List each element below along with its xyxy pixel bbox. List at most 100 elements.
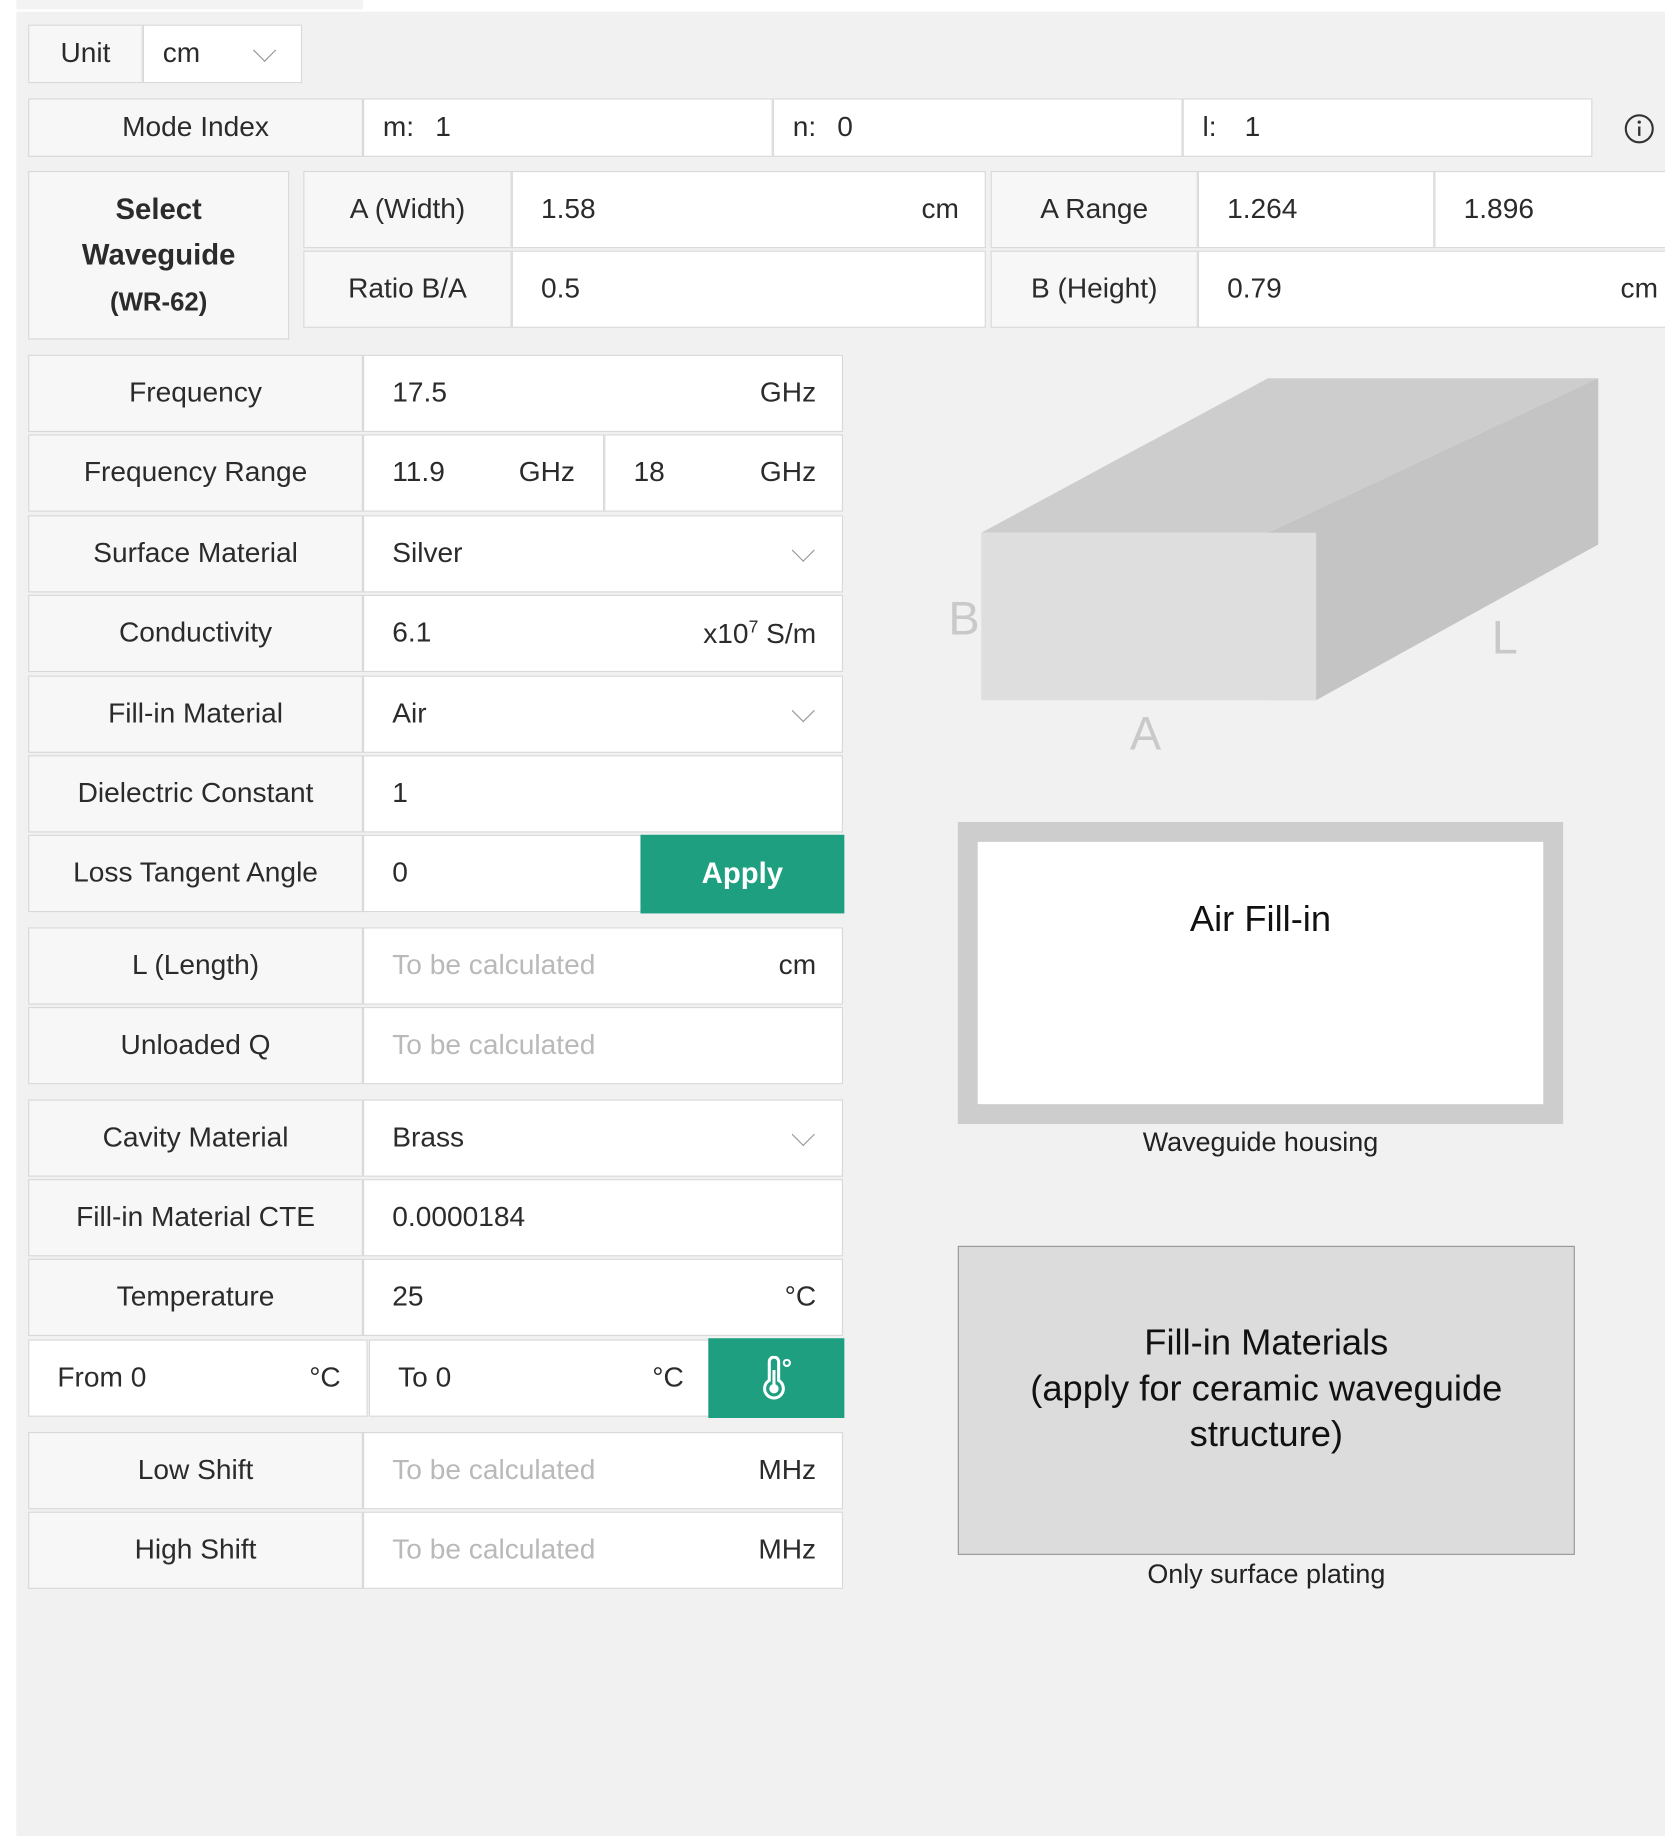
temp-to-unit: °C [652, 1361, 684, 1394]
fillin-material-label-text: Fill-in Material [108, 697, 283, 730]
length-label-text: L (Length) [132, 949, 260, 982]
temp-to-input[interactable]: To 0 °C [368, 1339, 711, 1417]
box-front-face [981, 532, 1317, 701]
mode-n-label: n: [792, 111, 817, 143]
fillin-material-label: Fill-in Material [28, 675, 363, 753]
cte-label: Fill-in Material CTE [28, 1179, 363, 1257]
fillin-material-value: Air [392, 697, 427, 730]
conductivity-unit: x107 S/m [703, 616, 816, 650]
mode-m-field[interactable]: m: 1 [362, 98, 773, 157]
frequency-label: Frequency [28, 354, 363, 433]
length-label: L (Length) [28, 927, 363, 1005]
unloaded-q-label-text: Unloaded Q [120, 1029, 271, 1061]
surface-material-select[interactable]: Silver [362, 515, 844, 593]
temperature-calc-button[interactable] [708, 1338, 845, 1418]
frequency-input[interactable]: 17.5 GHz [362, 354, 844, 433]
a-width-unit: cm [921, 193, 959, 225]
surface-material-label: Surface Material [28, 515, 363, 593]
dielectric-label: Dielectric Constant [28, 755, 363, 833]
mode-l-field[interactable]: l: 1 [1182, 98, 1593, 157]
frequency-unit: GHz [759, 377, 817, 409]
chevron-down-icon [791, 538, 815, 562]
select-waveguide-button[interactable]: Select Waveguide (WR-62) [28, 170, 290, 340]
ratio-label: Ratio B/A [303, 250, 512, 328]
loss-tangent-input[interactable]: 0 [362, 834, 642, 913]
surface-material-label-text: Surface Material [93, 537, 298, 570]
unit-label: Unit [28, 24, 143, 84]
unit-select[interactable]: cm [142, 24, 303, 84]
cte-value: 0.0000184 [392, 1201, 526, 1233]
conductivity-unit-suffix: S/m [758, 617, 817, 650]
conductivity-value: 6.1 [392, 617, 432, 649]
low-shift-label: Low Shift [28, 1432, 363, 1510]
frequency-range-label-text: Frequency Range [83, 456, 308, 489]
cavity-material-select[interactable]: Brass [362, 1099, 844, 1177]
chevron-down-icon [253, 38, 277, 62]
thermometer-icon [763, 1355, 791, 1400]
temp-from-input[interactable]: From 0 °C [28, 1339, 368, 1417]
chevron-down-icon [791, 699, 815, 723]
a-width-input[interactable]: 1.58 cm [511, 170, 986, 249]
apply-button-label: Apply [701, 857, 784, 890]
a-range-label-text: A Range [1040, 193, 1149, 225]
cavity-material-label-text: Cavity Material [102, 1121, 289, 1154]
cavity-material-value: Brass [392, 1121, 465, 1154]
apply-button[interactable]: Apply [640, 834, 845, 914]
conductivity-unit-exp: 7 [748, 616, 759, 637]
a-range-label: A Range [990, 170, 1198, 249]
frequency-range-label: Frequency Range [28, 434, 363, 512]
temp-from-value: From 0 [57, 1361, 147, 1394]
unloaded-q-label: Unloaded Q [28, 1006, 363, 1085]
a-width-value: 1.58 [540, 193, 596, 225]
unloaded-q-placeholder: To be calculated [392, 1029, 596, 1061]
loss-tangent-label: Loss Tangent Angle [28, 834, 363, 913]
high-shift-label-text: High Shift [134, 1533, 257, 1566]
b-height-label-text: B (Height) [1030, 272, 1158, 305]
select-waveguide-line1: Select [115, 192, 202, 226]
ratio-value: 0.5 [540, 272, 581, 305]
temp-to-value: To 0 [398, 1361, 452, 1394]
mode-m-value: 1 [435, 111, 451, 143]
air-fillin-card[interactable]: Air Fill-in [957, 821, 1564, 1125]
temperature-label-text: Temperature [116, 1280, 275, 1313]
low-shift-unit: MHz [758, 1454, 817, 1486]
ratio-input[interactable]: 0.5 [511, 250, 986, 328]
b-height-label: B (Height) [990, 250, 1198, 328]
fillin-materials-card[interactable]: Fill-in Materials (apply for ceramic wav… [957, 1245, 1575, 1555]
mode-index-label-text: Mode Index [122, 111, 269, 143]
mode-n-value: 0 [837, 111, 853, 143]
frequency-max-value: 18 [633, 456, 665, 489]
loss-tangent-value: 0 [392, 857, 408, 889]
cte-input[interactable]: 0.0000184 [362, 1179, 844, 1257]
conductivity-unit-prefix: x10 [703, 617, 749, 650]
a-range-min[interactable]: 1.264 [1197, 170, 1435, 249]
a-range-max[interactable]: 1.896 [1434, 170, 1665, 249]
high-shift-placeholder: To be calculated [392, 1533, 596, 1566]
frequency-max-input[interactable]: 18 GHz [604, 434, 844, 512]
fillin-title-line1: Fill-in Materials [1144, 1321, 1389, 1363]
air-fillin-title: Air Fill-in [1189, 898, 1332, 940]
low-shift-label-text: Low Shift [137, 1454, 254, 1486]
fillin-title-line2: (apply for ceramic waveguide [1030, 1367, 1503, 1409]
info-icon[interactable] [1623, 112, 1656, 145]
a-range-min-value: 1.264 [1227, 193, 1298, 225]
mode-n-field[interactable]: n: 0 [772, 98, 1183, 157]
b-height-input[interactable]: 0.79 cm [1197, 250, 1665, 328]
high-shift-unit: MHz [758, 1533, 817, 1566]
frequency-max-unit: GHz [759, 456, 817, 489]
chevron-down-icon [791, 1123, 815, 1147]
frequency-min-input[interactable]: 11.9 GHz [362, 434, 605, 512]
length-placeholder: To be calculated [392, 949, 596, 982]
box-label-a: A [1130, 707, 1162, 759]
fillin-material-select[interactable]: Air [362, 675, 844, 753]
plating-caption: Only surface plating [1147, 1558, 1386, 1589]
temperature-input[interactable]: 25 °C [362, 1258, 844, 1336]
dielectric-label-text: Dielectric Constant [77, 777, 314, 810]
conductivity-label-text: Conductivity [118, 617, 273, 649]
app-root: Unit cm Mode Index m: 1 n: 0 l: 1 Select Wa… [0, 0, 1665, 1836]
frequency-value: 17.5 [392, 377, 447, 409]
ratio-label-text: Ratio B/A [348, 272, 467, 305]
conductivity-input[interactable]: 6.1 x107 S/m [362, 594, 844, 673]
dielectric-input[interactable]: 1 [362, 755, 844, 833]
length-output: To be calculated cm [362, 927, 844, 1005]
